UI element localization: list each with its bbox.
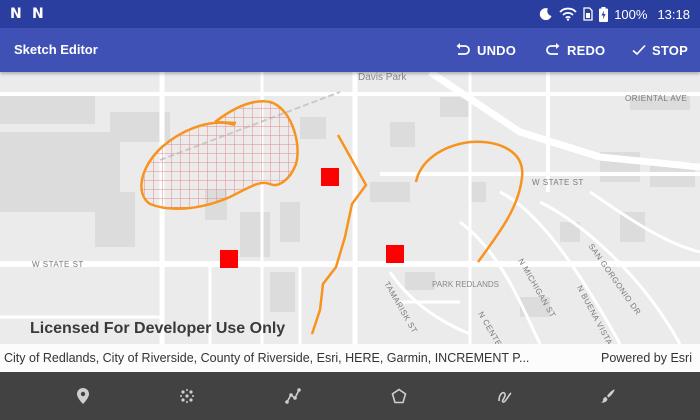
battery-percent: 100%: [614, 6, 648, 22]
clock: 13:18: [657, 6, 690, 22]
undo-label: UNDO: [477, 42, 517, 58]
app-title: Sketch Editor: [14, 42, 98, 57]
action-bar: Sketch Editor UNDO REDO STOP: [0, 28, 700, 72]
place-label: PARK REDLANDS: [432, 280, 499, 289]
redo-icon: [545, 43, 561, 57]
sketch-point[interactable]: [386, 245, 404, 263]
sim-card-icon: [583, 7, 593, 21]
attribution-bar: City of Redlands, City of Riverside, Cou…: [0, 344, 700, 372]
undo-button[interactable]: UNDO: [455, 40, 516, 60]
stop-button[interactable]: STOP: [632, 40, 688, 60]
place-label: Davis Park: [358, 72, 407, 83]
street-label: W STATE ST: [32, 260, 84, 269]
freehand-polygon-tool-icon[interactable]: [598, 386, 618, 406]
basemap: [0, 72, 700, 344]
attribution-text[interactable]: City of Redlands, City of Riverside, Cou…: [4, 351, 579, 365]
sketch-point[interactable]: [321, 168, 339, 186]
street-label: W STATE ST: [532, 178, 584, 187]
polyline-tool-icon[interactable]: [283, 386, 303, 406]
do-not-disturb-moon-icon: [539, 7, 553, 21]
wifi-icon: [559, 7, 577, 21]
street-label: ORIENTAL AVE: [625, 94, 688, 103]
checkmark-icon: [632, 44, 646, 56]
license-watermark: Licensed For Developer Use Only: [30, 320, 286, 337]
redo-button[interactable]: REDO: [545, 40, 605, 60]
n-notification-icon: N: [10, 6, 22, 22]
stop-label: STOP: [652, 42, 688, 58]
sketch-point[interactable]: [220, 250, 238, 268]
n-notification-icon: N: [32, 6, 44, 22]
polygon-tool-icon[interactable]: [389, 386, 409, 406]
freehand-line-tool-icon[interactable]: [495, 386, 515, 406]
sketch-toolbar: [0, 372, 700, 420]
multipoint-tool-icon[interactable]: [177, 386, 197, 406]
status-bar: N N 100% 13:18: [0, 0, 700, 28]
sketch-polyline[interactable]: [310, 134, 368, 335]
point-tool-icon[interactable]: [73, 386, 93, 406]
powered-by-esri[interactable]: Powered by Esri: [601, 351, 692, 365]
map-view[interactable]: Davis Park PARK REDLANDS ORIENTAL AVE W …: [0, 72, 700, 344]
redo-label: REDO: [567, 42, 606, 58]
battery-charging-icon: [599, 6, 609, 22]
undo-icon: [455, 43, 471, 57]
